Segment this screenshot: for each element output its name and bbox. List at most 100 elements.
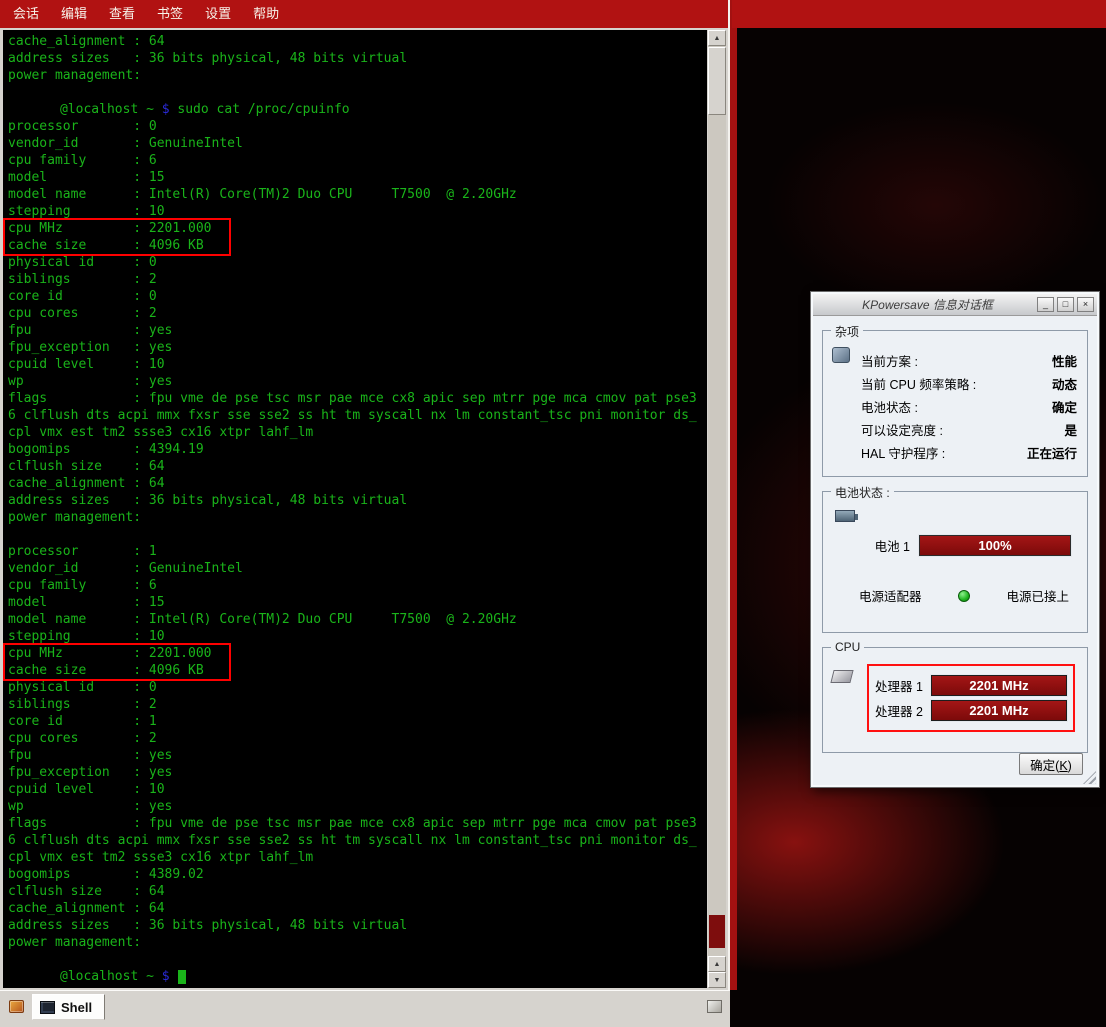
terminal-line: cpu cores : 2 — [8, 305, 707, 322]
battery-group: 电池状态 : 电池 1 100% 电源适配器 电源已接上 — [822, 491, 1088, 633]
tab-bar: Shell — [0, 990, 730, 1027]
terminal-line: cpl vmx est tm2 ssse3 cx16 xtpr lahf_lm — [8, 424, 707, 441]
dialog-titlebar[interactable]: KPowersave 信息对话框 _ □ × — [813, 294, 1097, 316]
kpowersave-dialog: KPowersave 信息对话框 _ □ × 杂项 当前方案 :性能当前 CPU… — [810, 291, 1100, 788]
ok-label-prefix: 确定( — [1030, 759, 1059, 773]
terminal-line: cpu MHz : 2201.000 — [8, 220, 707, 237]
resize-grip[interactable] — [1083, 771, 1096, 784]
terminal-screen[interactable]: cache_alignment : 64address sizes : 36 b… — [3, 30, 707, 988]
battery-percent: 100% — [920, 536, 1070, 555]
new-session-button[interactable] — [4, 994, 28, 1018]
dialog-body: 杂项 当前方案 :性能当前 CPU 频率策略 :动态电池状态 :确定可以设定亮度… — [811, 316, 1099, 753]
ok-accel: K — [1059, 759, 1067, 773]
terminal-line — [8, 84, 707, 101]
minimize-icon: _ — [1043, 299, 1048, 309]
prompt-host: @localhost ~ — [60, 102, 162, 117]
session-list-button[interactable] — [702, 994, 726, 1018]
terminal-line: processor : 1 — [8, 543, 707, 560]
terminal-window: 会话编辑查看书签设置帮助 cache_alignment : 64address… — [0, 0, 730, 1027]
maximize-button[interactable]: □ — [1057, 297, 1074, 312]
new-session-icon — [9, 1000, 24, 1013]
scroll-up-button[interactable]: ▲ — [708, 30, 726, 46]
terminal-line: flags : fpu vme de pse tsc msr pae mce c… — [8, 390, 707, 407]
terminal-line: stepping : 10 — [8, 628, 707, 645]
terminal-line: cpu cores : 2 — [8, 730, 707, 747]
dialog-footer: 确定(K) — [1019, 753, 1083, 775]
tab-label: Shell — [61, 1000, 92, 1015]
menu-bar: 会话编辑查看书签设置帮助 — [0, 0, 728, 28]
info-label: 可以设定亮度 : — [861, 420, 943, 439]
scroll-up-button-2[interactable]: ▲ — [708, 956, 726, 972]
tab-shell[interactable]: Shell — [32, 994, 105, 1020]
terminal-cursor — [178, 970, 186, 984]
terminal-line: fpu : yes — [8, 322, 707, 339]
terminal-line: clflush size : 64 — [8, 883, 707, 900]
ok-label-suffix: ) — [1068, 759, 1072, 773]
terminal-line: 6 clflush dts acpi mmx fxsr sse sse2 ss … — [8, 407, 707, 424]
terminal-line: flags : fpu vme de pse tsc msr pae mce c… — [8, 815, 707, 832]
terminal-line: model name : Intel(R) Core(TM)2 Duo CPU … — [8, 186, 707, 203]
prompt-host: @localhost ~ — [60, 969, 162, 984]
menu-item[interactable]: 查看 — [98, 0, 146, 28]
menu-item[interactable]: 设置 — [194, 0, 242, 28]
terminal-line: 6 clflush dts acpi mmx fxsr sse sse2 ss … — [8, 832, 707, 849]
adapter-status: 电源已接上 — [1006, 586, 1069, 605]
terminal-line: core id : 1 — [8, 713, 707, 730]
battery-icon — [835, 510, 855, 522]
terminal-line: processor : 0 — [8, 118, 707, 135]
terminal-line: siblings : 2 — [8, 271, 707, 288]
cpu-icon — [830, 670, 853, 683]
terminal-line: cpu family : 6 — [8, 152, 707, 169]
session-list-icon — [707, 1000, 722, 1013]
terminal-line: cache_alignment : 64 — [8, 900, 707, 917]
battery-progress: 100% — [919, 535, 1071, 556]
info-row: 电池状态 :确定 — [861, 397, 1077, 416]
misc-group: 杂项 当前方案 :性能当前 CPU 频率策略 :动态电池状态 :确定可以设定亮度… — [822, 330, 1088, 477]
processor-rows: 处理器 12201 MHz处理器 22201 MHz — [867, 664, 1075, 732]
terminal-line: wp : yes — [8, 798, 707, 815]
battery-row: 电池 1 100% — [833, 535, 1071, 556]
scrollbar-marker — [709, 915, 725, 948]
terminal-line: vendor_id : GenuineIntel — [8, 135, 707, 152]
terminal-line: cpu MHz : 2201.000 — [8, 645, 707, 662]
terminal-line: address sizes : 36 bits physical, 48 bit… — [8, 50, 707, 67]
terminal-line: address sizes : 36 bits physical, 48 bit… — [8, 492, 707, 509]
terminal-line: model : 15 — [8, 169, 707, 186]
minimize-button[interactable]: _ — [1037, 297, 1054, 312]
info-row: 当前方案 :性能 — [861, 351, 1077, 370]
cpu-frequency-bar: 2201 MHz — [931, 675, 1067, 696]
info-value: 性能 — [1052, 351, 1077, 370]
terminal-line: cache size : 4096 KB — [8, 237, 707, 254]
info-row: 可以设定亮度 :是 — [861, 420, 1077, 439]
terminal-line — [8, 951, 707, 968]
scroll-down-button[interactable]: ▼ — [708, 972, 726, 988]
terminal-line — [8, 526, 707, 543]
menu-item[interactable]: 编辑 — [50, 0, 98, 28]
ok-button[interactable]: 确定(K) — [1019, 753, 1083, 775]
terminal-line: address sizes : 36 bits physical, 48 bit… — [8, 917, 707, 934]
terminal-line: clflush size : 64 — [8, 458, 707, 475]
processor-label: 处理器 2 — [875, 701, 923, 720]
menu-item[interactable]: 帮助 — [242, 0, 290, 28]
cpu-group-title: CPU — [831, 640, 864, 654]
terminal-prompt-line: @localhost ~ $ sudo cat /proc/cpuinfo — [8, 101, 707, 118]
typed-command: sudo cat /proc/cpuinfo — [177, 102, 349, 117]
arrow-up-icon: ▲ — [714, 961, 721, 968]
arrow-up-icon: ▲ — [714, 35, 721, 42]
terminal-icon — [40, 1001, 55, 1014]
battery-group-title: 电池状态 : — [831, 484, 894, 501]
processor-row: 处理器 22201 MHz — [875, 700, 1067, 721]
info-row: 当前 CPU 频率策略 :动态 — [861, 374, 1077, 393]
scrollbar-thumb[interactable] — [708, 47, 726, 115]
battery-label: 电池 1 — [875, 536, 910, 555]
misc-icon — [832, 347, 850, 363]
menu-item[interactable]: 会话 — [2, 0, 50, 28]
info-label: 当前 CPU 频率策略 : — [861, 374, 976, 393]
close-button[interactable]: × — [1077, 297, 1094, 312]
terminal-line: bogomips : 4394.19 — [8, 441, 707, 458]
rear-window-titlebar — [732, 0, 1106, 28]
terminal-line: cpuid level : 10 — [8, 781, 707, 798]
terminal-line: fpu : yes — [8, 747, 707, 764]
terminal-scrollbar[interactable]: ▲ ▲ ▼ — [708, 30, 726, 988]
menu-item[interactable]: 书签 — [146, 0, 194, 28]
